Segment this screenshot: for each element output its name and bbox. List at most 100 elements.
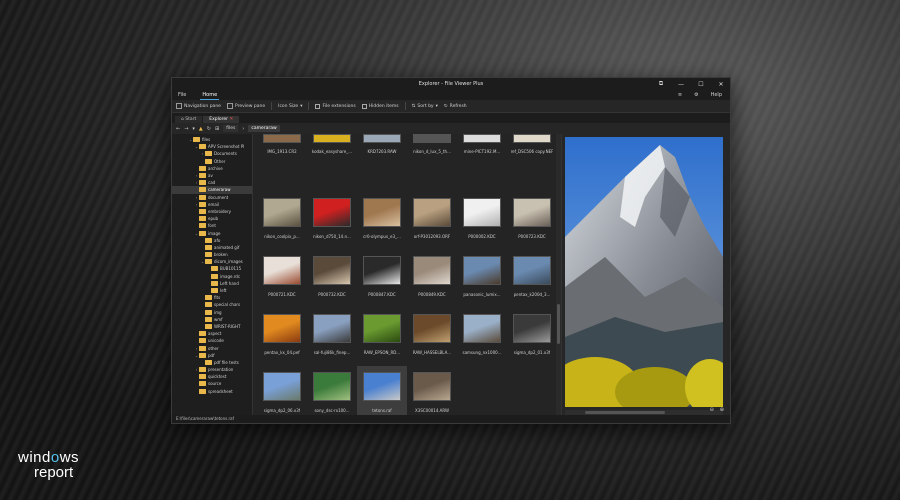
- file-extensions-checkbox[interactable]: File extensions: [315, 103, 356, 109]
- grid-scrollbar[interactable]: [556, 134, 561, 415]
- tree-node-label: spreadsheet: [208, 388, 233, 394]
- hidden-items-checkbox[interactable]: Hidden items: [361, 103, 399, 109]
- tree-node[interactable]: spreadsheet: [172, 388, 252, 395]
- back-icon[interactable]: ←: [176, 126, 180, 132]
- tree-node[interactable]: font: [172, 222, 252, 229]
- file-tile[interactable]: P000002.KDC: [457, 192, 507, 250]
- tree-node[interactable]: special chars: [172, 301, 252, 308]
- file-tile[interactable]: pentax_k200d_3...: [507, 250, 557, 308]
- tree-node[interactable]: ⌄ files: [172, 136, 252, 143]
- close-tab-icon[interactable]: ✕: [229, 117, 233, 122]
- tree-node[interactable]: ⌄ dicom_images: [172, 258, 252, 265]
- tree-node[interactable]: › document: [172, 194, 252, 201]
- scrollbar-thumb[interactable]: [557, 304, 560, 344]
- file-tile[interactable]: sal-fuji86k_finep...: [307, 308, 357, 366]
- tree-node[interactable]: cameraraw: [172, 186, 252, 194]
- tree-node[interactable]: Other: [172, 158, 252, 165]
- file-tile[interactable]: cr0-olympus_e3_...: [357, 192, 407, 250]
- folder-tree[interactable]: ⌄ files ⌄ APV Screenshot Pl › Documents Other a…: [172, 134, 253, 415]
- tree-node[interactable]: embroidery: [172, 208, 252, 215]
- tree-node[interactable]: › presentation: [172, 366, 252, 373]
- tree-node[interactable]: animated gif: [172, 244, 252, 251]
- file-tile[interactable]: kodak_easyshare_...: [307, 134, 357, 162]
- tree-node[interactable]: BUB10115: [172, 265, 252, 272]
- tree-node[interactable]: › email: [172, 201, 252, 208]
- file-tile[interactable]: tetons.raf: [357, 366, 407, 415]
- file-tile[interactable]: P000732.KDC: [307, 250, 357, 308]
- tree-node[interactable]: › cad: [172, 179, 252, 186]
- breadcrumb-cameraraw[interactable]: cameraraw: [248, 125, 280, 132]
- title-bar[interactable]: Explorer - File Viewer Plus ⧉ — ☐ ✕: [172, 78, 730, 90]
- tree-node[interactable]: img: [172, 309, 252, 316]
- tree-node[interactable]: wmf: [172, 316, 252, 323]
- zoom-out-icon[interactable]: ⊖: [710, 407, 714, 413]
- tree-node[interactable]: image.rdc: [172, 273, 252, 280]
- tree-node[interactable]: › av: [172, 172, 252, 179]
- file-tile[interactable]: P000723.KDC: [507, 192, 557, 250]
- breadcrumb-files[interactable]: files: [223, 125, 239, 132]
- tab-explorer[interactable]: Explorer ✕: [203, 116, 240, 123]
- tree-node[interactable]: epub: [172, 215, 252, 222]
- forward-icon[interactable]: →: [184, 126, 188, 132]
- maximize-button[interactable]: ☐: [696, 81, 706, 88]
- up-folder-icon[interactable]: ▲: [199, 126, 203, 132]
- sort-by-dropdown[interactable]: ⇅ Sort by ▾: [412, 104, 438, 109]
- file-grid[interactable]: IMG_1913.CR2 kodak_easyshare_... KRD7203.R…: [253, 134, 562, 415]
- file-tile[interactable]: P000849.KDC: [407, 250, 457, 308]
- tab-start[interactable]: ⌂ Start: [175, 116, 203, 123]
- tree-node[interactable]: ⌄ pdf: [172, 352, 252, 359]
- tree-node[interactable]: broken: [172, 251, 252, 258]
- snap-icon[interactable]: ⧉: [656, 80, 666, 88]
- tree-node[interactable]: aspect: [172, 330, 252, 337]
- file-tile[interactable]: sigma_dp2_06.x3f: [257, 366, 307, 415]
- tree-node[interactable]: unicode: [172, 337, 252, 344]
- preview-pane-button[interactable]: Preview pane: [226, 103, 265, 109]
- tree-node[interactable]: › Documents: [172, 150, 252, 157]
- file-tile[interactable]: nikon_d_lux_5_th...: [407, 134, 457, 162]
- tree-node[interactable]: fits: [172, 294, 252, 301]
- menu-file[interactable]: File: [176, 91, 188, 99]
- tree-node[interactable]: ⌄ image: [172, 229, 252, 236]
- file-tile[interactable]: nikon_coolpix_p...: [257, 192, 307, 250]
- tree-node[interactable]: quicktest: [172, 373, 252, 380]
- file-tile[interactable]: pentax_kx_04.pef: [257, 308, 307, 366]
- navigation-pane-button[interactable]: Navigation pane: [176, 103, 221, 109]
- tree-node[interactable]: WRIST-RIGHT: [172, 323, 252, 330]
- file-tile[interactable]: sigma_dp2_01.x3f: [507, 308, 557, 366]
- refresh-button[interactable]: ↻ Refresh: [444, 104, 467, 109]
- tree-node[interactable]: afo: [172, 237, 252, 244]
- menu-home[interactable]: Home: [200, 91, 220, 100]
- file-tile[interactable]: sony_dsc-rx100...: [307, 366, 357, 415]
- icon-size-dropdown[interactable]: Icon Size ▾: [278, 104, 302, 109]
- gear-icon[interactable]: ⚙: [692, 91, 700, 99]
- file-tile[interactable]: samsung_nx1000...: [457, 308, 507, 366]
- file-tile[interactable]: RAW_EPSON_RD...: [357, 308, 407, 366]
- file-tile[interactable]: P000721.KDC: [257, 250, 307, 308]
- file-tile[interactable]: P000847.KDC: [357, 250, 407, 308]
- tree-node[interactable]: left: [172, 287, 252, 294]
- close-button[interactable]: ✕: [716, 81, 726, 88]
- tree-node[interactable]: › other: [172, 344, 252, 351]
- tree-node[interactable]: Left hand: [172, 280, 252, 287]
- file-tile[interactable]: KRD7203.RAW: [357, 134, 407, 162]
- tree-node[interactable]: ⌄ APV Screenshot Pl: [172, 143, 252, 150]
- file-tile[interactable]: IMG_1913.CR2: [257, 134, 307, 162]
- file-tile[interactable]: nikon_d750_14.n...: [307, 192, 357, 250]
- file-tile[interactable]: X3SC00014.ARW: [407, 366, 457, 415]
- help-menu[interactable]: Help: [709, 91, 724, 99]
- tree-node[interactable]: pdf file tests: [172, 359, 252, 366]
- file-tile[interactable]: ref_DSC506 copy.NEF: [507, 134, 557, 162]
- file-tile[interactable]: RAW_HASSELBLA...: [407, 308, 457, 366]
- new-tab-icon[interactable]: ⊞: [215, 126, 219, 132]
- dropdown-icon[interactable]: ▾: [192, 126, 195, 132]
- minimize-button[interactable]: —: [676, 81, 686, 88]
- zoom-in-icon[interactable]: ⊕: [720, 407, 724, 413]
- refresh-icon[interactable]: ↻: [207, 126, 211, 132]
- file-tile[interactable]: panasonic_lumix...: [457, 250, 507, 308]
- file-tile[interactable]: orf-P3012093.ORF: [407, 192, 457, 250]
- tree-node[interactable]: archive: [172, 165, 252, 172]
- hamburger-icon[interactable]: ≡: [676, 91, 684, 99]
- scrollbar-thumb[interactable]: [585, 411, 665, 414]
- file-tile[interactable]: mine-PICT192.M...: [457, 134, 507, 162]
- tree-node[interactable]: source: [172, 380, 252, 387]
